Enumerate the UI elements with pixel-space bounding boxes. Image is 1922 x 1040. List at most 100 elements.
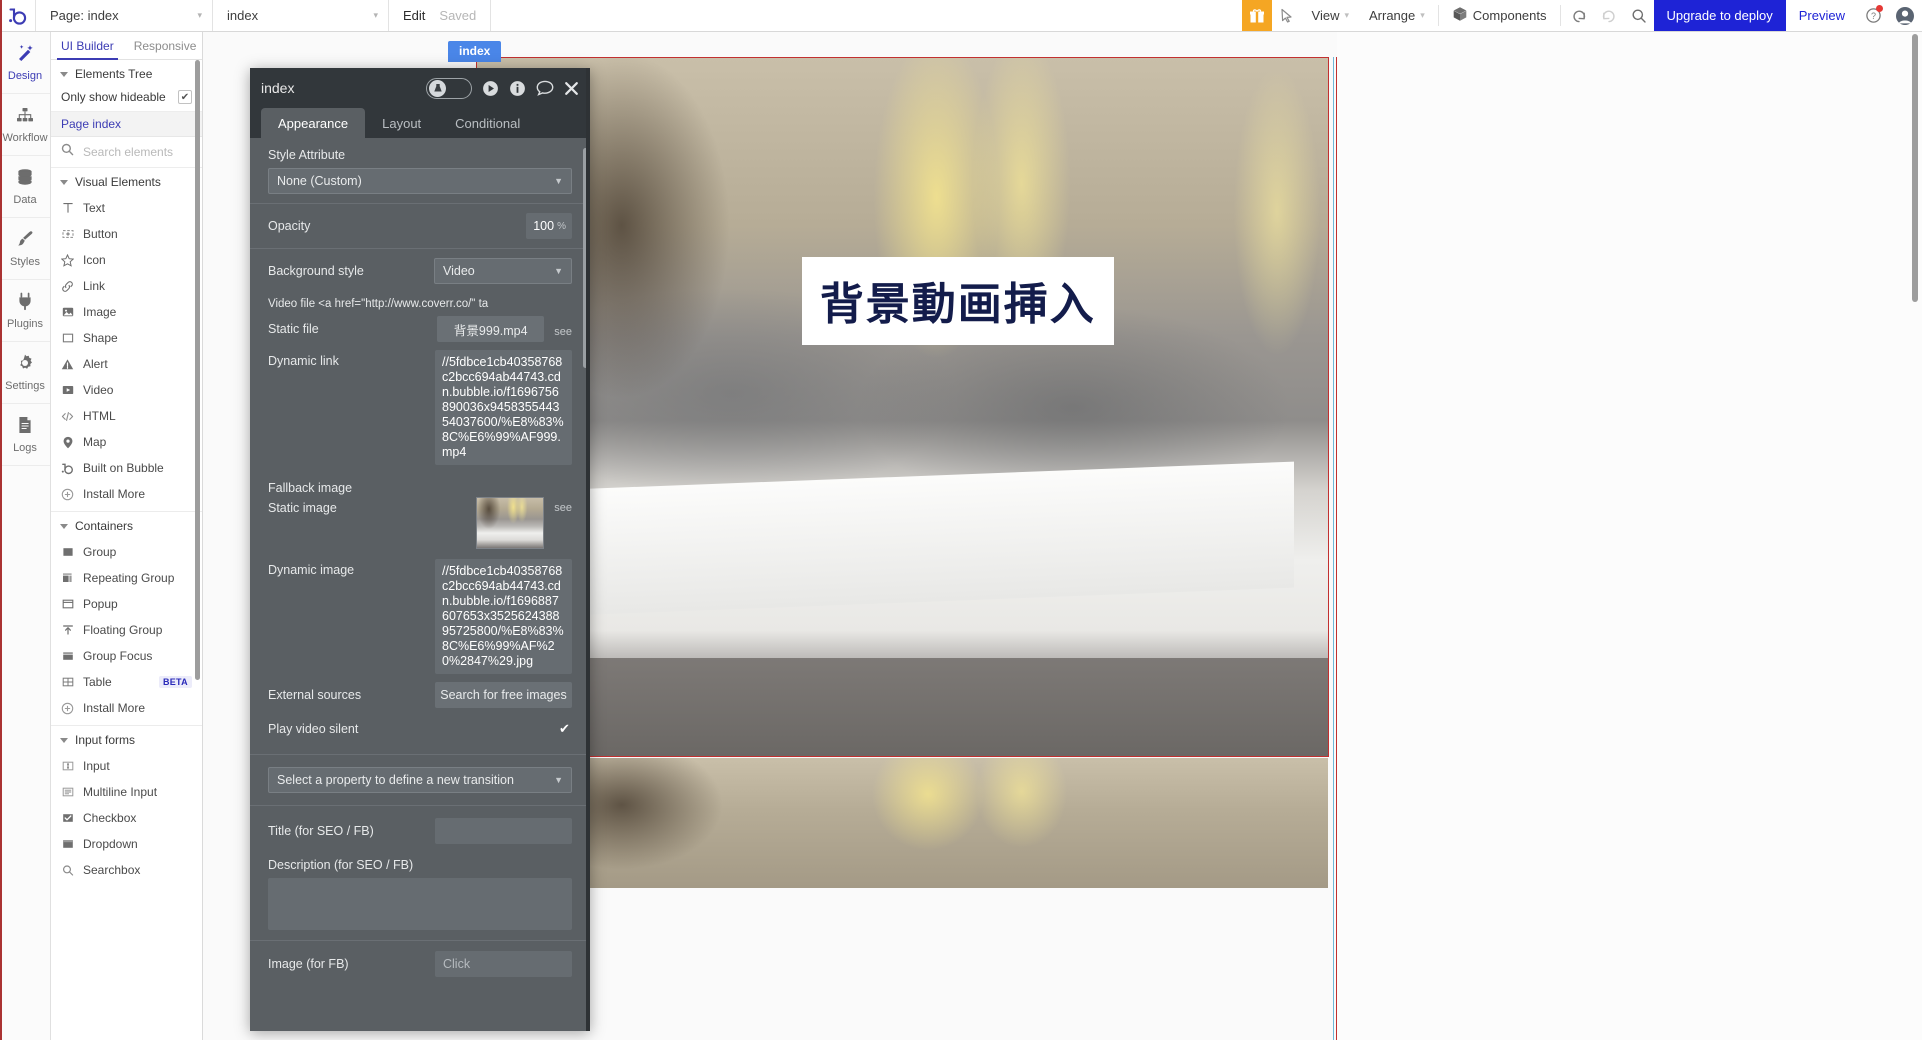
element-item-install-more-visual[interactable]: Install More xyxy=(51,481,202,507)
preview-button[interactable]: Preview xyxy=(1786,0,1858,31)
image-fb-input[interactable]: Click xyxy=(435,951,572,977)
link-chain-icon xyxy=(61,280,74,293)
fallback-image-label: Fallback image xyxy=(268,481,353,495)
description-seo-textarea[interactable] xyxy=(268,878,572,930)
rail-item-plugins[interactable]: Plugins xyxy=(0,280,50,342)
tree-node-page-index[interactable]: Page index xyxy=(51,112,202,137)
search-input[interactable] xyxy=(81,144,192,160)
background-style-select[interactable]: Video ▼ xyxy=(434,258,572,284)
element-item-video[interactable]: Video xyxy=(51,377,202,403)
cursor-arrow-icon[interactable] xyxy=(1272,0,1302,31)
rail-label-plugins: Plugins xyxy=(6,318,44,330)
canvas-page-tab-index[interactable]: index xyxy=(448,41,502,62)
dynamic-image-input[interactable]: //5fdbce1cb40358768c2bcc694ab44743.cdn.b… xyxy=(435,559,572,674)
undo-icon[interactable] xyxy=(1564,0,1594,31)
transition-select[interactable]: Select a property to define a new transi… xyxy=(268,767,572,793)
property-editor-header[interactable]: index xyxy=(250,68,590,108)
element-item-link[interactable]: Link xyxy=(51,273,202,299)
upgrade-to-deploy-button[interactable]: Upgrade to deploy xyxy=(1653,0,1786,31)
help-notification-dot xyxy=(1876,5,1883,12)
only-show-hideable-row[interactable]: Only show hideable ✔ xyxy=(51,87,202,112)
elements-panel-scrollbar[interactable] xyxy=(195,60,200,680)
element-item-checkbox[interactable]: Checkbox xyxy=(51,805,202,831)
canvas-vertical-scrollbar[interactable] xyxy=(1912,34,1918,302)
page-selector[interactable]: Page: index ▾ xyxy=(36,0,213,31)
element-item-popup[interactable]: Popup xyxy=(51,591,202,617)
tab-ui-builder[interactable]: UI Builder xyxy=(51,32,124,60)
bubble-logo-icon[interactable] xyxy=(0,0,36,31)
video-file-note: Video file <a href="http://www.coverr.co… xyxy=(250,294,590,310)
edit-button[interactable]: Edit xyxy=(403,8,425,23)
element-item-install-more-containers[interactable]: Install More xyxy=(51,695,202,721)
style-attribute-select[interactable]: None (Custom) ▼ xyxy=(268,168,572,194)
info-circle-icon[interactable] xyxy=(509,80,526,97)
toggle-switch-icon[interactable] xyxy=(426,77,472,99)
tab-appearance-label: Appearance xyxy=(278,115,349,131)
rail-item-data[interactable]: Data xyxy=(0,156,50,218)
gift-icon[interactable] xyxy=(1241,0,1272,31)
tab-layout[interactable]: Layout xyxy=(365,108,438,138)
comment-bubble-icon[interactable] xyxy=(536,80,554,96)
elements-tree-header[interactable]: Elements Tree xyxy=(51,60,202,87)
group-header-visual-elements[interactable]: Visual Elements xyxy=(51,168,202,195)
play-circle-icon[interactable] xyxy=(482,80,499,97)
element-item-multiline-input[interactable]: Multiline Input xyxy=(51,779,202,805)
element-item-map[interactable]: Map xyxy=(51,429,202,455)
help-question-icon[interactable]: ? xyxy=(1858,0,1888,31)
static-file-button[interactable]: 背景999.mp4 xyxy=(437,316,545,342)
element-item-icon[interactable]: Icon xyxy=(51,247,202,273)
element-item-built-on-bubble[interactable]: Built on Bubble xyxy=(51,455,202,481)
group-header-input-forms[interactable]: Input forms xyxy=(51,726,202,753)
only-show-hideable-checkbox[interactable]: ✔ xyxy=(178,90,192,104)
arrange-menu[interactable]: Arrange ▾ xyxy=(1359,0,1435,31)
element-item-group[interactable]: Group xyxy=(51,539,202,565)
element-item-table[interactable]: Table BETA xyxy=(51,669,202,695)
play-video-silent-checkbox[interactable]: ✔ xyxy=(557,721,572,737)
close-x-icon[interactable] xyxy=(564,81,579,96)
property-editor-body[interactable]: Style Attribute None (Custom) ▼ Opacity … xyxy=(250,138,590,1031)
overlay-text[interactable]: 背景動画挿入 xyxy=(801,256,1114,345)
search-icon[interactable] xyxy=(1624,0,1654,31)
opacity-input[interactable]: 100 % xyxy=(526,213,572,239)
rail-item-styles[interactable]: Styles xyxy=(0,218,50,280)
rail-item-workflow[interactable]: Workflow xyxy=(0,94,50,156)
group-header-containers[interactable]: Containers xyxy=(51,512,202,539)
element-item-input[interactable]: Input xyxy=(51,753,202,779)
dynamic-link-input[interactable]: //5fdbce1cb40358768c2bcc694ab44743.cdn.b… xyxy=(435,350,572,465)
user-avatar-icon[interactable] xyxy=(1888,0,1922,31)
element-item-shape[interactable]: Shape xyxy=(51,325,202,351)
rail-item-design[interactable]: Design xyxy=(0,32,50,94)
element-item-searchbox[interactable]: Searchbox xyxy=(51,857,202,883)
element-item-floating-group[interactable]: Floating Group xyxy=(51,617,202,643)
tab-responsive[interactable]: Responsive xyxy=(124,32,202,59)
property-editor-resize-handle[interactable] xyxy=(586,68,590,1031)
element-item-repeating-group[interactable]: Repeating Group xyxy=(51,565,202,591)
element-item-group-focus[interactable]: Group Focus xyxy=(51,643,202,669)
element-item-text[interactable]: Text xyxy=(51,195,202,221)
static-image-see-link[interactable]: see xyxy=(554,497,572,514)
chevron-down-icon: ▾ xyxy=(1344,10,1349,20)
chevron-down-icon: ▼ xyxy=(554,266,563,276)
redo-icon[interactable] xyxy=(1594,0,1624,31)
tab-appearance[interactable]: Appearance xyxy=(261,108,366,138)
page-preview-frame[interactable]: 背景動画挿入 xyxy=(476,57,1329,757)
components-menu[interactable]: Components xyxy=(1442,0,1557,31)
static-file-label: Static file xyxy=(268,322,319,336)
edit-status-group: Edit Saved xyxy=(389,0,492,31)
element-selector[interactable]: index ▾ xyxy=(213,0,389,31)
element-item-label: Group xyxy=(83,545,117,559)
rail-item-settings[interactable]: Settings xyxy=(0,342,50,404)
element-item-label: Icon xyxy=(83,253,106,267)
title-seo-input[interactable] xyxy=(435,818,572,844)
static-file-see-link[interactable]: see xyxy=(554,320,572,338)
static-image-thumbnail[interactable] xyxy=(476,497,545,549)
element-item-image[interactable]: Image xyxy=(51,299,202,325)
element-item-button[interactable]: Button xyxy=(51,221,202,247)
rail-item-logs[interactable]: Logs xyxy=(0,404,50,466)
tab-conditional[interactable]: Conditional xyxy=(438,108,537,138)
search-free-images-button[interactable]: Search for free images xyxy=(435,682,572,708)
element-item-html[interactable]: HTML xyxy=(51,403,202,429)
view-menu[interactable]: View ▾ xyxy=(1302,0,1359,31)
element-item-alert[interactable]: Alert xyxy=(51,351,202,377)
element-item-dropdown[interactable]: Dropdown xyxy=(51,831,202,857)
